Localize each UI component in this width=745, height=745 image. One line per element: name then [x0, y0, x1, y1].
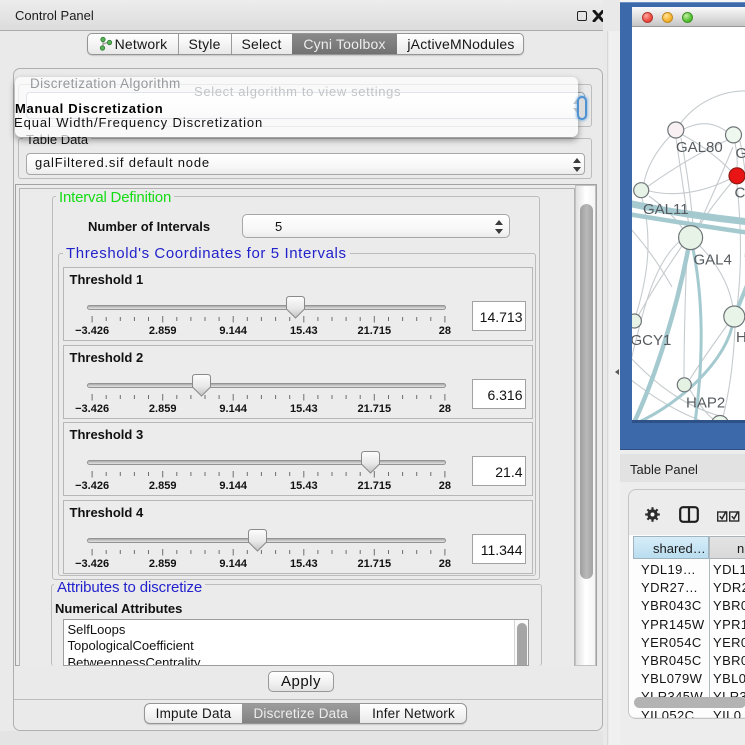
- svg-text:GAL11: GAL11: [643, 201, 689, 218]
- svg-text:−3.426: −3.426: [75, 325, 109, 337]
- svg-text:2.859: 2.859: [148, 558, 176, 570]
- svg-text:28: 28: [438, 558, 450, 570]
- svg-text:−3.426: −3.426: [75, 403, 109, 415]
- svg-text:HAP2: HAP2: [686, 395, 725, 412]
- svg-text:28: 28: [438, 480, 450, 492]
- svg-text:9.144: 9.144: [219, 403, 247, 415]
- svg-text:−3.426: −3.426: [75, 558, 109, 570]
- svg-text:GA: GA: [736, 145, 745, 162]
- svg-text:15.43: 15.43: [290, 558, 318, 570]
- svg-text:H: H: [736, 329, 745, 346]
- svg-text:C: C: [735, 185, 745, 202]
- svg-text:21.715: 21.715: [357, 480, 391, 492]
- svg-text:15.43: 15.43: [290, 480, 318, 492]
- svg-text:2.859: 2.859: [148, 403, 176, 415]
- svg-text:GAL4: GAL4: [694, 252, 732, 269]
- svg-text:28: 28: [438, 325, 450, 337]
- svg-text:9.144: 9.144: [219, 558, 247, 570]
- svg-text:2.859: 2.859: [148, 480, 176, 492]
- svg-text:21.715: 21.715: [357, 403, 391, 415]
- svg-text:−3.426: −3.426: [75, 480, 109, 492]
- svg-text:GAL80: GAL80: [676, 139, 723, 156]
- svg-text:GCY1: GCY1: [632, 332, 671, 349]
- svg-text:21.715: 21.715: [357, 558, 391, 570]
- svg-text:15.43: 15.43: [290, 325, 318, 337]
- svg-text:9.144: 9.144: [219, 325, 247, 337]
- svg-text:2.859: 2.859: [148, 325, 176, 337]
- svg-text:9.144: 9.144: [219, 480, 247, 492]
- svg-text:21.715: 21.715: [357, 325, 391, 337]
- svg-text:15.43: 15.43: [290, 403, 318, 415]
- svg-text:28: 28: [438, 403, 450, 415]
